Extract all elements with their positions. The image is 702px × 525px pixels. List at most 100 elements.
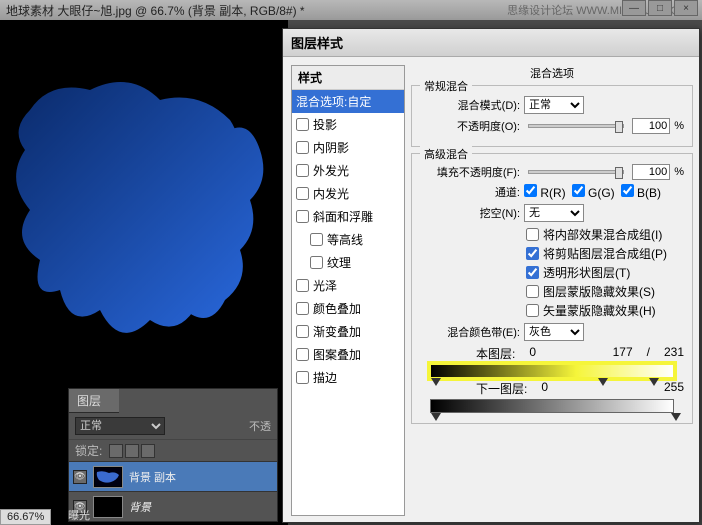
lock-label: 锁定: [75,442,102,459]
exposure-label: 曝光 [68,507,90,523]
window-controls: — □ × [622,0,698,16]
style-checkbox[interactable] [296,348,309,361]
style-label: 投影 [313,116,337,133]
style-checkbox[interactable] [296,371,309,384]
layer-item-copy[interactable]: 👁 背景 副本 [69,461,277,491]
style-item[interactable]: 投影 [292,113,404,136]
blend-mode-select[interactable]: 正常 [524,96,584,114]
channel-r[interactable]: R(R) [524,184,566,200]
style-checkbox[interactable] [296,279,309,292]
style-item[interactable]: 斜面和浮雕 [292,205,404,228]
advanced-label: 图层蒙版隐藏效果(S) [543,283,655,300]
world-map-image [0,50,288,380]
advanced-checkbox[interactable] [526,228,539,241]
layers-panel: 图层 正常 不透 锁定: 👁 背景 副本 👁 背景 [68,388,278,522]
advanced-label: 透明形状图层(T) [543,264,630,281]
style-label: 外发光 [313,162,349,179]
dialog-title: 图层样式 [283,29,699,57]
this-layer-track[interactable] [430,364,674,378]
blend-mode-label: 混合模式(D): [420,97,520,113]
fill-opacity-slider[interactable] [528,170,624,174]
style-item[interactable]: 混合选项:自定 [292,90,404,113]
advanced-option[interactable]: 透明形状图层(T) [526,264,684,281]
style-label: 斜面和浮雕 [313,208,373,225]
advanced-blend-group: 高级混合 填充不透明度(F): % 通道: R(R) G(G) B(B) [411,153,693,424]
channel-g[interactable]: G(G) [572,184,615,200]
blend-if-select[interactable]: 灰色 [524,323,584,341]
fill-opacity-input[interactable] [632,164,670,180]
layer-name: 背景 副本 [129,469,176,485]
style-item[interactable]: 纹理 [292,251,404,274]
advanced-label: 将剪贴图层混合成组(P) [543,245,667,262]
layer-name: 背景 [129,499,151,515]
advanced-option[interactable]: 将剪贴图层混合成组(P) [526,245,684,262]
style-label: 渐变叠加 [313,323,361,340]
blend-if-label: 混合颜色带(E): [420,324,520,340]
style-checkbox[interactable] [296,141,309,154]
styles-header: 样式 [292,66,404,90]
style-checkbox[interactable] [296,302,309,315]
blend-if-section: 混合颜色带(E): 灰色 本图层: 0 177 / 231 [420,323,684,413]
style-checkbox[interactable] [296,118,309,131]
style-checkbox[interactable] [296,187,309,200]
layers-tab[interactable]: 图层 [69,389,119,413]
style-label: 图案叠加 [313,346,361,363]
advanced-option[interactable]: 图层蒙版隐藏效果(S) [526,283,684,300]
normal-blend-group: 常规混合 混合模式(D): 正常 不透明度(O): % [411,85,693,147]
style-label: 纹理 [327,254,351,271]
style-item[interactable]: 渐变叠加 [292,320,404,343]
channels-label: 通道: [420,184,520,200]
layers-lock-row: 锁定: [69,439,277,461]
knockout-select[interactable]: 无 [524,204,584,222]
style-item[interactable]: 描边 [292,366,404,389]
advanced-option[interactable]: 矢量蒙版隐藏效果(H) [526,302,684,319]
maximize-button[interactable]: □ [648,0,672,16]
style-checkbox[interactable] [296,325,309,338]
lock-position-icon[interactable] [125,444,139,458]
advanced-option[interactable]: 将内部效果混合成组(I) [526,226,684,243]
style-item[interactable]: 图案叠加 [292,343,404,366]
advanced-checkbox[interactable] [526,266,539,279]
style-checkbox[interactable] [310,233,323,246]
style-item[interactable]: 光泽 [292,274,404,297]
style-checkbox[interactable] [296,164,309,177]
under-layer-track[interactable] [430,399,674,413]
lock-pixels-icon[interactable] [109,444,123,458]
style-label: 描边 [313,369,337,386]
opacity-label: 不透明度(O): [420,118,520,134]
advanced-label: 矢量蒙版隐藏效果(H) [543,302,656,319]
percent-label: % [674,166,684,178]
style-item[interactable]: 外发光 [292,159,404,182]
style-item[interactable]: 内发光 [292,182,404,205]
layer-thumbnail[interactable] [93,496,123,518]
advanced-blend-legend: 高级混合 [420,146,472,162]
close-button[interactable]: × [674,0,698,16]
style-checkbox[interactable] [310,256,323,269]
under-layer-label: 下一图层: [476,380,527,397]
channel-b[interactable]: B(B) [621,184,661,200]
normal-blend-legend: 常规混合 [420,78,472,94]
style-checkbox[interactable] [296,210,309,223]
zoom-indicator[interactable]: 66.67% [0,509,51,525]
advanced-checkbox[interactable] [526,304,539,317]
advanced-checkbox[interactable] [526,285,539,298]
advanced-checkbox[interactable] [526,247,539,260]
style-item[interactable]: 内阴影 [292,136,404,159]
style-label: 内阴影 [313,139,349,156]
style-item[interactable]: 颜色叠加 [292,297,404,320]
style-label: 光泽 [313,277,337,294]
knockout-label: 挖空(N): [420,205,520,221]
style-label: 混合选项:自定 [296,93,371,110]
opacity-slider[interactable] [528,124,624,128]
document-titlebar: 地球素材 大眼仔~旭.jpg @ 66.7% (背景 副本, RGB/8#) *… [0,0,702,20]
lock-all-icon[interactable] [141,444,155,458]
layer-opacity-label: 不透 [249,418,271,434]
this-layer-label: 本图层: [476,345,515,362]
minimize-button[interactable]: — [622,0,646,16]
visibility-icon[interactable]: 👁 [73,470,87,484]
style-item[interactable]: 等高线 [292,228,404,251]
layer-item-bg[interactable]: 👁 背景 [69,491,277,521]
layer-thumbnail[interactable] [93,466,123,488]
layer-blend-mode-select[interactable]: 正常 [75,417,165,435]
opacity-input[interactable] [632,118,670,134]
